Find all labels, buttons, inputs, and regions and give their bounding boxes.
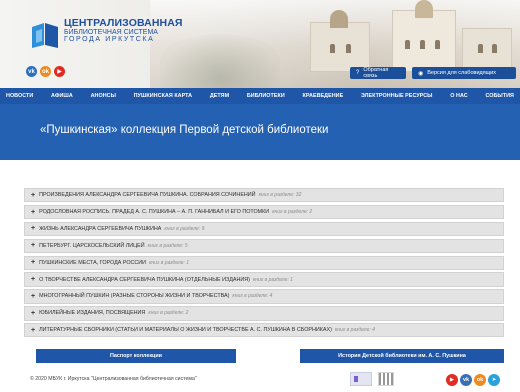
copyright-text: © 2020 МБУК г. Иркутска "Централизованна… bbox=[30, 376, 197, 382]
nav-item-libraries[interactable]: БИБЛИОТЕКИ bbox=[247, 93, 285, 99]
vk-icon[interactable]: vk bbox=[26, 66, 37, 77]
accordion-item-count: книг в разделе: 2 bbox=[148, 310, 189, 317]
accordion-item-title: ПРОИЗВЕДЕНИЯ АЛЕКСАНДРА СЕРГЕЕВИЧА ПУШКИ… bbox=[39, 192, 256, 199]
ok-icon[interactable]: ok bbox=[40, 66, 51, 77]
accordion-item[interactable]: + ПРОИЗВЕДЕНИЯ АЛЕКСАНДРА СЕРГЕЕВИЧА ПУШ… bbox=[24, 188, 504, 203]
site-header: ЦЕНТРАЛИЗОВАННАЯ БИБЛИОТЕЧНАЯ СИСТЕМА ГО… bbox=[0, 0, 520, 88]
plus-icon: + bbox=[31, 259, 36, 267]
book-logo-icon bbox=[32, 23, 58, 48]
accordion-item[interactable]: + РОДОСЛОВНАЯ РОСПИСЬ. ПРАДЕД А. С. ПУШК… bbox=[24, 204, 504, 220]
accordion-item-count: книг в разделе: 32 bbox=[258, 192, 302, 199]
accordion-item[interactable]: + МНОГОГРАННЫЙ ПУШКИН (РАЗНЫЕ СТОРОНЫ ЖИ… bbox=[24, 289, 504, 304]
plus-icon: + bbox=[31, 276, 36, 284]
accordion-item[interactable]: + ЮБИЛЕЙНЫЕ ИЗДАНИЯ, ПОСВЯЩЕНИЯ книг в р… bbox=[24, 306, 504, 321]
nav-item-news[interactable]: НОВОСТИ bbox=[6, 93, 33, 99]
accessibility-label: Версия для слабовидящих bbox=[427, 70, 497, 76]
church-dome-icon bbox=[415, 0, 433, 18]
nav-item-pushkin-card[interactable]: ПУШКИНСКАЯ КАРТА bbox=[134, 93, 193, 99]
accordion-item-title: ЖИЗНЬ АЛЕКСАНДРА СЕРГЕЕВИЧА ПУШКИНА bbox=[39, 225, 162, 232]
nav-item-children[interactable]: ДЕТЯМ bbox=[210, 93, 229, 99]
page-banner: «Пушкинская» коллекция Первой детской би… bbox=[0, 104, 520, 160]
footer-social-links: ▶ vk ok ➤ bbox=[446, 374, 500, 386]
collection-accordion: + ПРОИЗВЕДЕНИЯ АЛЕКСАНДРА СЕРГЕЕВИЧА ПУШ… bbox=[24, 188, 504, 340]
accordion-item-title: РОДОСЛОВНАЯ РОСПИСЬ. ПРАДЕД А. С. ПУШКИН… bbox=[39, 209, 270, 216]
nav-item-e-resources[interactable]: ЭЛЕКТРОННЫЕ РЕСУРСЫ bbox=[361, 93, 433, 99]
accordion-item[interactable]: + ЛИТЕРАТУРНЫЕ СБОРНИКИ (СТАТЬИ И МАТЕРИ… bbox=[24, 323, 504, 338]
accordion-item-title: ЛИТЕРАТУРНЫЕ СБОРНИКИ (СТАТЬИ И МАТЕРИАЛ… bbox=[39, 327, 332, 334]
accordion-item-count: книг в разделе: 9 bbox=[164, 225, 205, 232]
feedback-label: Обратная связь bbox=[363, 67, 389, 79]
church-building-left bbox=[310, 22, 370, 72]
accessibility-version-button[interactable]: ◉ Версия для слабовидящих bbox=[412, 67, 516, 79]
eye-icon: ◉ bbox=[418, 70, 424, 77]
window-decoration bbox=[330, 44, 335, 53]
accordion-item[interactable]: + О ТВОРЧЕСТВЕ АЛЕКСАНДРА СЕРГЕЕВИЧА ПУШ… bbox=[24, 272, 504, 287]
accordion-item[interactable]: + ЖИЗНЬ АЛЕКСАНДРА СЕРГЕЕВИЧА ПУШКИНА кн… bbox=[24, 221, 504, 237]
feedback-button[interactable]: ? Обратная связь bbox=[350, 67, 406, 79]
window-decoration bbox=[420, 40, 425, 49]
plus-icon: + bbox=[31, 309, 36, 317]
accordion-item-title: ПЕТЕРБУРГ. ЦАРСКОСЕЛЬСКИЙ ЛИЦЕЙ bbox=[39, 242, 145, 249]
plus-icon: + bbox=[31, 191, 36, 199]
accordion-item-count: книг в разделе: 1 bbox=[149, 259, 190, 266]
accordion-item-count: книг в разделе: 5 bbox=[147, 242, 188, 249]
accordion-item-title: О ТВОРЧЕСТВЕ АЛЕКСАНДРА СЕРГЕЕВИЧА ПУШКИ… bbox=[39, 276, 250, 283]
window-decoration bbox=[478, 44, 483, 53]
logo-line-3: ГОРОДА ИРКУТСКА bbox=[64, 36, 155, 44]
header-social-links: vk ok ▶ bbox=[26, 66, 65, 77]
site-logo[interactable]: ЦЕНТРАЛИЗОВАННАЯ БИБЛИОТЕЧНАЯ СИСТЕМА ГО… bbox=[30, 17, 183, 58]
window-decoration bbox=[405, 40, 410, 49]
window-decoration bbox=[435, 40, 440, 49]
accordion-item-count: книг в разделе: 4 bbox=[232, 293, 273, 300]
youtube-icon[interactable]: ▶ bbox=[54, 66, 65, 77]
window-decoration bbox=[346, 44, 351, 53]
qr-code-icon[interactable] bbox=[378, 372, 394, 386]
question-icon: ? bbox=[356, 70, 360, 76]
accordion-item-count: книг в разделе: 1 bbox=[252, 276, 293, 283]
window-decoration bbox=[492, 44, 497, 53]
nav-item-events[interactable]: СОБЫТИЯ bbox=[485, 93, 514, 99]
page: ЦЕНТРАЛИЗОВАННАЯ БИБЛИОТЕЧНАЯ СИСТЕМА ГО… bbox=[0, 0, 520, 392]
main-navigation: НОВОСТИ АФИША АНОНСЫ ПУШКИНСКАЯ КАРТА ДЕ… bbox=[0, 88, 520, 104]
logo-line-2: БИБЛИОТЕЧНАЯ СИСТЕМА bbox=[64, 29, 158, 37]
accordion-item-count: книг в разделе: 2 bbox=[272, 209, 313, 216]
accordion-item[interactable]: + ПУШКИНСКИЕ МЕСТА, ГОРОДА РОССИИ книг в… bbox=[24, 255, 504, 270]
visit-counter-icon[interactable] bbox=[350, 372, 372, 386]
page-title: «Пушкинская» коллекция Первой детской би… bbox=[40, 124, 329, 136]
plus-icon: + bbox=[31, 326, 36, 334]
accordion-item-title: ПУШКИНСКИЕ МЕСТА, ГОРОДА РОССИИ bbox=[39, 259, 147, 266]
library-history-button[interactable]: История Детской библиотеки им. А. С. Пуш… bbox=[300, 349, 504, 363]
accordion-item-title: МНОГОГРАННЫЙ ПУШКИН (РАЗНЫЕ СТОРОНЫ ЖИЗН… bbox=[39, 293, 230, 300]
youtube-icon[interactable]: ▶ bbox=[446, 374, 458, 386]
ok-icon[interactable]: ok bbox=[474, 374, 486, 386]
vk-icon[interactable]: vk bbox=[460, 374, 472, 386]
nav-item-announcements[interactable]: АНОНСЫ bbox=[91, 93, 116, 99]
plus-icon: + bbox=[31, 292, 36, 300]
plus-icon: + bbox=[31, 208, 36, 216]
church-dome-icon bbox=[330, 10, 348, 28]
church-building-right bbox=[462, 28, 512, 72]
nav-item-afisha[interactable]: АФИША bbox=[51, 93, 73, 99]
accordion-item-count: книг в разделе: 4 bbox=[334, 327, 375, 334]
plus-icon: + bbox=[31, 242, 36, 250]
site-footer: © 2020 МБУК г. Иркутска "Централизованна… bbox=[0, 366, 520, 392]
plus-icon: + bbox=[31, 225, 36, 233]
accordion-item-title: ЮБИЛЕЙНЫЕ ИЗДАНИЯ, ПОСВЯЩЕНИЯ bbox=[39, 310, 146, 317]
telegram-icon[interactable]: ➤ bbox=[488, 374, 500, 386]
collection-passport-button[interactable]: Паспорт коллекции bbox=[36, 349, 236, 363]
accordion-item[interactable]: + ПЕТЕРБУРГ. ЦАРСКОСЕЛЬСКИЙ ЛИЦЕЙ книг в… bbox=[24, 238, 504, 253]
logo-line-1: ЦЕНТРАЛИЗОВАННАЯ bbox=[64, 17, 183, 29]
nav-item-about[interactable]: О НАС bbox=[450, 93, 468, 99]
nav-item-local-history[interactable]: КРАЕВЕДЕНИЕ bbox=[302, 93, 343, 99]
